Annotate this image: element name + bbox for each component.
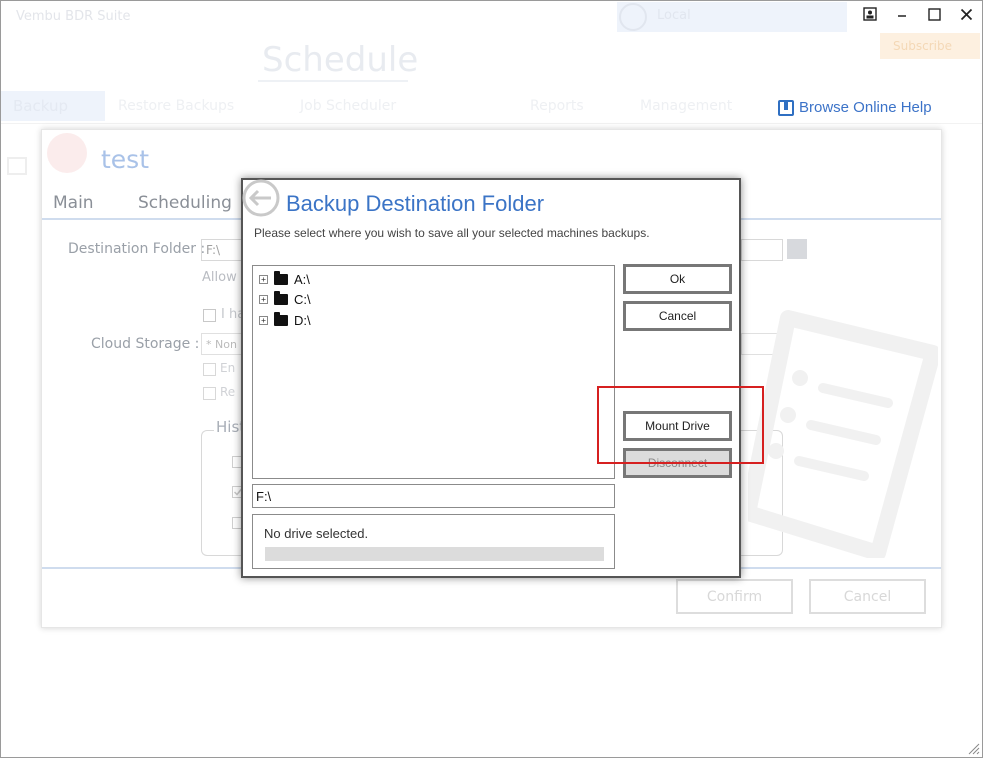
status-text: No drive selected. — [264, 526, 369, 541]
browse-folder-icon[interactable] — [787, 239, 807, 259]
job-title: test — [101, 145, 150, 174]
nav-item-reports[interactable]: Reports — [530, 98, 584, 114]
tree-item-c[interactable]: + C:\ — [259, 289, 311, 309]
re-label: Re — [220, 385, 236, 399]
app-title: Vembu BDR Suite — [16, 9, 131, 24]
help-link-label: Browse Online Help — [799, 99, 932, 116]
tree-item-d[interactable]: + D:\ — [259, 310, 311, 330]
restore-icon[interactable] — [861, 4, 879, 24]
folder-tree[interactable]: + A:\ + C:\ + D:\ — [252, 265, 615, 479]
ok-button[interactable]: Ok — [623, 264, 732, 294]
tree-item-label: C:\ — [294, 291, 311, 307]
nav-divider — [1, 123, 982, 124]
subscribe-label: Subscribe — [893, 39, 952, 53]
tab-scheduling[interactable]: Scheduling — [138, 193, 232, 213]
re-checkbox[interactable] — [203, 387, 216, 400]
folder-icon — [274, 311, 288, 326]
highlight-box — [597, 386, 764, 464]
dialog-title: Backup Destination Folder — [286, 191, 545, 216]
tree-item-label: A:\ — [294, 271, 310, 287]
user-name: Local — [657, 8, 691, 23]
window-controls — [861, 4, 975, 24]
job-cancel-button[interactable]: Cancel — [809, 579, 926, 614]
nav-item-backup-label: Backup — [13, 97, 68, 115]
maximize-icon[interactable] — [925, 4, 943, 24]
allow-label: Allow — [202, 270, 237, 285]
user-box — [617, 2, 847, 32]
minimize-icon[interactable] — [893, 4, 911, 24]
page-heading: Schedule — [262, 40, 419, 80]
document-watermark-icon — [748, 310, 938, 558]
job-logo-icon — [47, 133, 87, 173]
tree-item-label: D:\ — [294, 312, 311, 328]
nav-item-backup[interactable]: Backup — [1, 91, 105, 121]
folder-icon — [274, 290, 288, 305]
folder-icon — [274, 270, 288, 285]
cloud-storage-select[interactable]: * Non — [201, 333, 246, 355]
help-link[interactable]: Browse Online Help — [778, 99, 932, 116]
back-arrow-icon[interactable] — [241, 178, 285, 222]
enable-label: En — [220, 361, 236, 375]
expand-icon[interactable]: + — [259, 274, 268, 284]
nav-item-scheduler[interactable]: Job Scheduler — [300, 98, 396, 114]
tree-item-a[interactable]: + A:\ — [259, 269, 310, 289]
close-icon[interactable] — [957, 4, 975, 24]
destination-field-end — [741, 239, 783, 261]
dialog-subtitle: Please select where you wish to save all… — [254, 226, 650, 240]
cloud-storage-label: Cloud Storage : — [91, 336, 200, 352]
tab-main[interactable]: Main — [53, 193, 94, 213]
path-input[interactable]: F:\ — [252, 484, 615, 508]
heading-underline — [258, 80, 408, 82]
nav-item-management[interactable]: Management — [640, 98, 732, 114]
calendar-icon — [7, 157, 27, 175]
expand-icon[interactable]: + — [259, 315, 268, 325]
enable-checkbox[interactable] — [203, 363, 216, 376]
help-book-icon — [778, 99, 794, 116]
destination-field[interactable]: F:\ — [201, 239, 246, 261]
have-checkbox[interactable] — [203, 309, 216, 322]
nav-item-restore[interactable]: Restore Backups — [118, 98, 234, 114]
progress-bar — [265, 547, 604, 561]
confirm-button[interactable]: Confirm — [676, 579, 793, 614]
expand-icon[interactable]: + — [259, 294, 268, 304]
resize-grip-icon[interactable] — [966, 741, 980, 755]
destination-label: Destination Folder : — [68, 241, 206, 257]
cancel-button[interactable]: Cancel — [623, 301, 732, 331]
user-avatar-icon — [619, 3, 647, 31]
